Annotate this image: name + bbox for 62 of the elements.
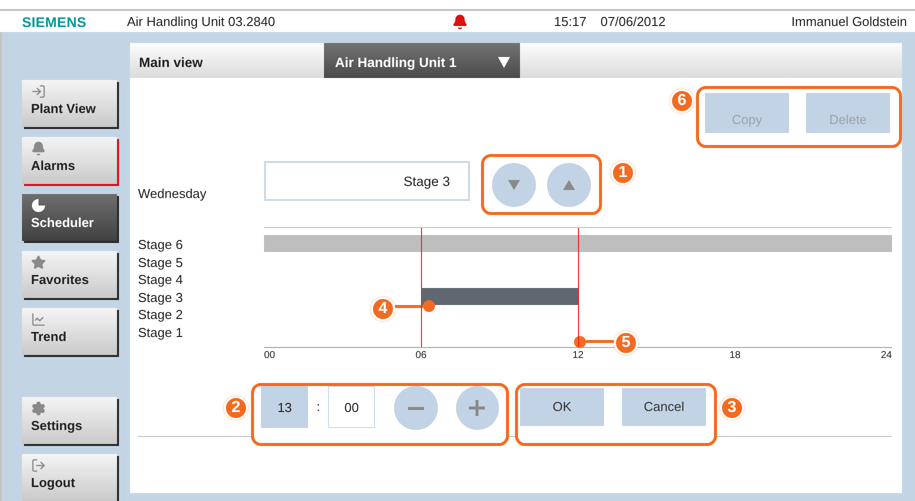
day-label: Wednesday [138, 186, 208, 201]
unit-dropdown[interactable]: Air Handling Unit 1 [324, 43, 520, 78]
callout-badge: 5 [614, 331, 638, 355]
time-text: 15:17 [554, 14, 587, 29]
date-text: 07/06/2012 [600, 14, 666, 29]
stage-label: Stage 2 [138, 306, 184, 324]
dialog-button[interactable]: Cancel [622, 388, 706, 426]
sidebar-item[interactable]: Plant View [22, 80, 117, 127]
view-title: Main view [138, 54, 204, 72]
down-button[interactable] [492, 162, 536, 206]
plus-icon [469, 400, 486, 416]
callout-badge: 4 [371, 297, 395, 321]
logout-icon [31, 458, 46, 473]
minus-icon [408, 406, 424, 410]
hour-field[interactable]: 13 [261, 386, 308, 428]
sidebar-item[interactable]: Alarms [22, 137, 117, 184]
minute-field[interactable]: 00 [328, 386, 376, 428]
bell-icon[interactable] [452, 14, 468, 30]
start-marker-line[interactable] [421, 228, 422, 347]
tick-label: 24 [880, 350, 892, 361]
settings-icon [31, 401, 46, 416]
schedule-bar[interactable] [421, 288, 578, 304]
logo: SIEMENS [22, 14, 88, 30]
stage-label: Stage 3 [138, 288, 184, 306]
callout-badge: 1 [611, 161, 635, 185]
callout-dot [574, 336, 586, 348]
user-name: Immanuel Goldstein [791, 14, 907, 29]
star-icon [31, 255, 46, 270]
pie-icon [31, 198, 46, 213]
stage-label: Stage 5 [138, 254, 184, 271]
sidebar-item[interactable]: Trend [22, 308, 117, 355]
stage-label: Stage 1 [138, 324, 184, 341]
minus-button[interactable] [394, 386, 438, 430]
leader-line [586, 340, 614, 343]
bell-icon [31, 141, 46, 156]
leader-line [395, 304, 423, 308]
up-triangle-icon [563, 180, 575, 190]
stage-field[interactable]: Stage 3 [264, 161, 470, 201]
end-marker-line[interactable] [578, 228, 579, 347]
callout-badge: 3 [720, 396, 744, 420]
sidebar-item[interactable]: Scheduler [22, 194, 117, 241]
down-triangle-icon [508, 180, 520, 190]
tick-label: 06 [415, 350, 427, 361]
sidebar-item[interactable]: Settings [22, 397, 117, 444]
dialog-button[interactable]: OK [520, 388, 604, 426]
tick-label: 18 [729, 350, 741, 361]
unit-title: Air Handling Unit 03.2840 [127, 14, 276, 29]
up-button[interactable] [547, 162, 591, 206]
caret-icon [498, 57, 510, 68]
time-separator: : [315, 399, 322, 414]
callout-dot [423, 300, 435, 312]
sidebar-item[interactable]: Logout [22, 454, 117, 501]
plus-button[interactable] [456, 386, 500, 430]
callout-badge: 6 [670, 89, 694, 113]
entry-icon [31, 84, 46, 99]
stage-label: Stage 6 [138, 236, 184, 254]
tick-label: 12 [572, 350, 584, 361]
callout-badge: 2 [224, 396, 248, 420]
stage-label: Stage 4 [138, 271, 184, 288]
tick-label: 00 [264, 350, 276, 361]
chart-icon [31, 312, 46, 327]
sidebar-item[interactable]: Favorites [22, 251, 117, 298]
